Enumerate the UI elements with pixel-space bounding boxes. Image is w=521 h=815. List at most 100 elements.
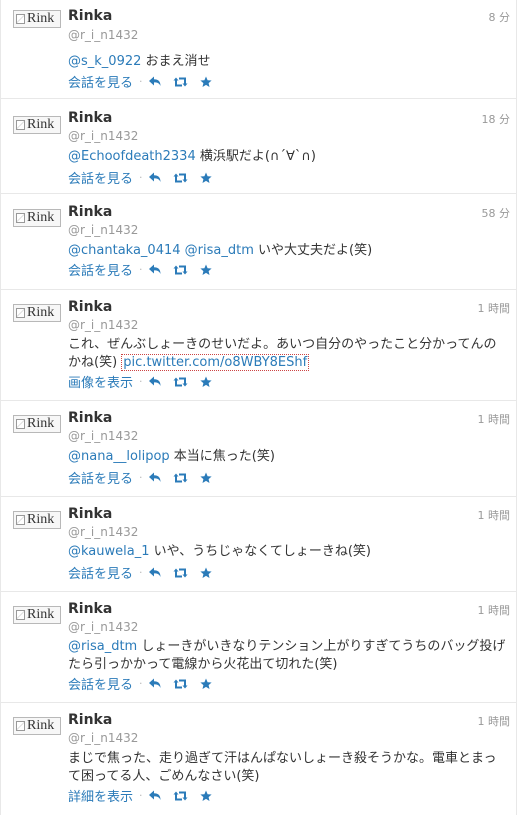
reply-icon[interactable] bbox=[148, 678, 161, 689]
tweet-text: @chantaka_0414 @risa_dtm いや大丈夫だよ(笑) bbox=[68, 243, 373, 258]
retweet-icon[interactable] bbox=[173, 377, 188, 387]
tweet-timestamp[interactable]: 18 分 bbox=[482, 111, 511, 127]
separator-dot: · bbox=[139, 566, 143, 579]
reply-icon[interactable] bbox=[148, 76, 161, 87]
user-name[interactable]: Rinka bbox=[68, 299, 112, 315]
tweet-timestamp[interactable]: 1 時間 bbox=[478, 300, 511, 316]
mention-link[interactable]: @s_k_0922 bbox=[68, 54, 141, 69]
separator-dot: · bbox=[139, 375, 143, 388]
expand-conversation-link[interactable]: 会話を見る bbox=[68, 168, 133, 187]
avatar[interactable]: Rink bbox=[13, 511, 61, 529]
favorite-icon[interactable] bbox=[199, 376, 212, 388]
mention-link[interactable]: @nana__lolipop bbox=[68, 449, 170, 464]
tweet-item[interactable]: Rink Rinka @r_i_n1432 1 時間 まじで焦った、走り過ぎて汗… bbox=[1, 703, 516, 815]
tweet-actions: 会話を見る · bbox=[68, 563, 224, 582]
retweet-icon[interactable] bbox=[173, 473, 188, 483]
reply-icon[interactable] bbox=[148, 567, 161, 578]
retweet-icon[interactable] bbox=[173, 568, 188, 578]
user-handle[interactable]: @r_i_n1432 bbox=[68, 620, 138, 634]
retweet-icon[interactable] bbox=[173, 679, 188, 689]
mention-link[interactable]: @chantaka_0414 bbox=[68, 243, 181, 258]
expand-conversation-link[interactable]: 会話を見る bbox=[68, 563, 133, 582]
retweet-icon[interactable] bbox=[173, 173, 188, 183]
user-handle[interactable]: @r_i_n1432 bbox=[68, 318, 138, 332]
tweet-timestamp[interactable]: 8 分 bbox=[489, 9, 511, 25]
user-name[interactable]: Rinka bbox=[68, 8, 112, 24]
expand-conversation-link[interactable]: 会話を見る bbox=[68, 674, 133, 693]
retweet-icon[interactable] bbox=[173, 77, 188, 87]
user-handle[interactable]: @r_i_n1432 bbox=[68, 223, 138, 237]
tweet-actions: 会話を見る · bbox=[68, 72, 224, 91]
favorite-icon[interactable] bbox=[199, 567, 212, 579]
mention-link[interactable]: @risa_dtm bbox=[68, 639, 137, 654]
user-handle[interactable]: @r_i_n1432 bbox=[68, 129, 138, 143]
avatar[interactable]: Rink bbox=[13, 606, 61, 624]
avatar[interactable]: Rink bbox=[13, 304, 61, 322]
reply-icon[interactable] bbox=[148, 172, 161, 183]
tweet-timestamp[interactable]: 1 時間 bbox=[478, 411, 511, 427]
tweet-text: まじで焦った、走り過ぎて汗はんぱないしょーき殺そうかな。電車とまって困ってる人、… bbox=[68, 751, 497, 784]
avatar[interactable]: Rink bbox=[13, 717, 61, 735]
tweet-text: @nana__lolipop 本当に焦った(笑) bbox=[68, 449, 275, 464]
tweet-actions: 会話を見る · bbox=[68, 468, 224, 487]
tweet-text: @risa_dtm しょーきがいきなりテンション上がりすぎてうちのバッグ投げたら… bbox=[68, 639, 506, 672]
user-handle[interactable]: @r_i_n1432 bbox=[68, 731, 138, 745]
view-media-link[interactable]: 画像を表示 bbox=[68, 372, 133, 391]
expand-conversation-link[interactable]: 会話を見る bbox=[68, 72, 133, 91]
reply-icon[interactable] bbox=[148, 264, 161, 275]
reply-icon[interactable] bbox=[148, 472, 161, 483]
tweet-item[interactable]: Rink Rinka @r_i_n1432 1 時間 これ、ぜんぶしょーきのせい… bbox=[1, 290, 516, 401]
tweet-actions: 会話を見る · bbox=[68, 260, 224, 279]
expand-conversation-link[interactable]: 会話を見る bbox=[68, 260, 133, 279]
user-handle[interactable]: @r_i_n1432 bbox=[68, 28, 138, 42]
retweet-icon[interactable] bbox=[173, 791, 188, 801]
broken-image-icon bbox=[16, 14, 25, 24]
favorite-icon[interactable] bbox=[199, 472, 212, 484]
tweet-item[interactable]: Rink Rinka @r_i_n1432 18 分 @Echoofdeath2… bbox=[1, 99, 516, 194]
user-name[interactable]: Rinka bbox=[68, 506, 112, 522]
favorite-icon[interactable] bbox=[199, 264, 212, 276]
avatar[interactable]: Rink bbox=[13, 10, 61, 28]
user-name[interactable]: Rinka bbox=[68, 712, 112, 728]
broken-image-icon bbox=[16, 308, 25, 318]
reply-icon[interactable] bbox=[148, 790, 161, 801]
tweet-timestamp[interactable]: 1 時間 bbox=[478, 507, 511, 523]
tweet-item[interactable]: Rink Rinka @r_i_n1432 1 時間 @nana__lolipo… bbox=[1, 401, 516, 497]
mention-link[interactable]: @kauwela_1 bbox=[68, 544, 150, 559]
user-name[interactable]: Rinka bbox=[68, 204, 112, 220]
broken-image-icon bbox=[16, 721, 25, 731]
user-handle[interactable]: @r_i_n1432 bbox=[68, 525, 138, 539]
broken-image-icon bbox=[16, 419, 25, 429]
favorite-icon[interactable] bbox=[199, 678, 212, 690]
mention-link[interactable]: @Echoofdeath2334 bbox=[68, 149, 196, 164]
tweet-item[interactable]: Rink Rinka @r_i_n1432 58 分 @chantaka_041… bbox=[1, 194, 516, 290]
favorite-icon[interactable] bbox=[199, 172, 212, 184]
avatar[interactable]: Rink bbox=[13, 415, 61, 433]
user-name[interactable]: Rinka bbox=[68, 410, 112, 426]
avatar[interactable]: Rink bbox=[13, 116, 61, 134]
favorite-icon[interactable] bbox=[199, 76, 212, 88]
tweet-item[interactable]: Rink Rinka @r_i_n1432 1 時間 @kauwela_1 いや… bbox=[1, 497, 516, 592]
tweet-text: これ、ぜんぶしょーきのせいだよ。あいつ自分のやったこと分かってんのかね(笑) p… bbox=[68, 337, 497, 371]
tweet-item[interactable]: Rink Rinka @r_i_n1432 8 分 @s_k_0922 おまえ消… bbox=[1, 0, 516, 99]
tweet-item[interactable]: Rink Rinka @r_i_n1432 1 時間 @risa_dtm しょー… bbox=[1, 592, 516, 703]
tweet-actions: 会話を見る · bbox=[68, 168, 224, 187]
tweet-actions: 画像を表示 · bbox=[68, 372, 224, 391]
user-name[interactable]: Rinka bbox=[68, 601, 112, 617]
expand-conversation-link[interactable]: 会話を見る bbox=[68, 468, 133, 487]
tweet-actions: 会話を見る · bbox=[68, 674, 224, 693]
expand-details-link[interactable]: 詳細を表示 bbox=[68, 786, 133, 805]
tweet-timestamp[interactable]: 1 時間 bbox=[478, 602, 511, 618]
tweet-timestamp[interactable]: 58 分 bbox=[482, 205, 511, 221]
user-handle[interactable]: @r_i_n1432 bbox=[68, 429, 138, 443]
media-link[interactable]: pic.twitter.com/o8WBY8EShf bbox=[121, 354, 310, 371]
broken-image-icon bbox=[16, 120, 25, 130]
tweet-timestamp[interactable]: 1 時間 bbox=[478, 713, 511, 729]
reply-icon[interactable] bbox=[148, 376, 161, 387]
retweet-icon[interactable] bbox=[173, 265, 188, 275]
broken-image-icon bbox=[16, 515, 25, 525]
favorite-icon[interactable] bbox=[199, 790, 212, 802]
mention-link[interactable]: @risa_dtm bbox=[185, 243, 254, 258]
avatar[interactable]: Rink bbox=[13, 209, 61, 227]
user-name[interactable]: Rinka bbox=[68, 110, 112, 126]
